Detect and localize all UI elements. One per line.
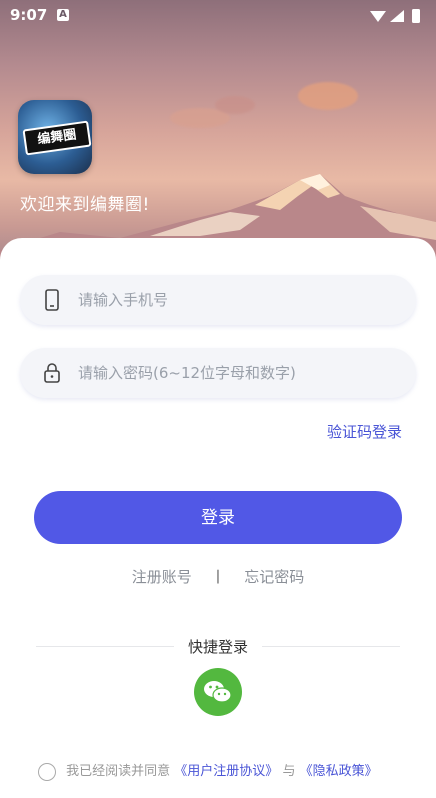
welcome-title: 欢迎来到编舞圈! — [20, 195, 150, 215]
status-bar: 9:07 A — [0, 0, 436, 32]
wifi-icon — [370, 11, 386, 22]
account-links: 注册账号 丨 忘记密码 — [0, 566, 436, 587]
phone-input[interactable] — [76, 290, 380, 310]
password-field[interactable] — [20, 348, 416, 398]
phone-icon — [45, 289, 59, 311]
agreement-prefix: 我已经阅读并同意 — [66, 764, 171, 779]
app-logo-text: 编舞圈 — [22, 120, 92, 156]
phone-field[interactable] — [20, 275, 416, 325]
agreement-row: 我已经阅读并同意 《用户注册协议》 与 《隐私政策》 — [38, 760, 378, 781]
password-input[interactable] — [76, 363, 380, 383]
notification-icon: A — [57, 9, 69, 21]
agreement-and: 与 — [282, 764, 296, 779]
agree-checkbox[interactable] — [38, 762, 56, 781]
wechat-icon — [204, 681, 232, 703]
app-logo: 编舞圈 — [18, 100, 92, 174]
battery-icon — [412, 9, 420, 23]
lock-icon — [44, 363, 60, 383]
forgot-password-link[interactable]: 忘记密码 — [244, 568, 304, 586]
links-separator: 丨 — [210, 568, 226, 586]
quick-login-title: 快捷登录 — [187, 638, 248, 656]
wechat-login-button[interactable] — [194, 668, 242, 716]
user-agreement-link[interactable]: 《用户注册协议》 — [174, 764, 278, 779]
privacy-policy-link[interactable]: 《隐私政策》 — [300, 764, 378, 779]
register-link[interactable]: 注册账号 — [132, 568, 192, 586]
status-icons — [370, 9, 420, 23]
signal-icon — [390, 10, 404, 22]
status-time: 9:07 — [10, 6, 48, 24]
login-button[interactable]: 登录 — [34, 491, 402, 544]
sms-login-link[interactable]: 验证码登录 — [327, 421, 402, 442]
